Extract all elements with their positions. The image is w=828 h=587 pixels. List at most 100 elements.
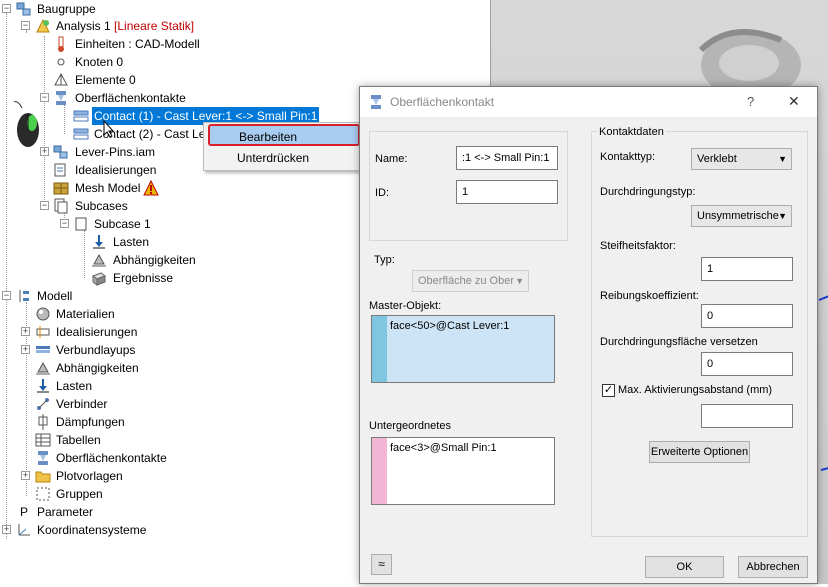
penetration-type-value: Unsymmetrische — [697, 210, 779, 222]
surface-contact-icon — [35, 450, 51, 466]
slave-color-swatch — [372, 438, 387, 504]
model-icon — [16, 288, 32, 304]
tree-label: Gruppen — [56, 487, 103, 501]
mouse-icon — [12, 100, 42, 150]
type-select[interactable]: Oberfläche zu Ober ▼ — [412, 270, 529, 292]
tree-label: Lever-Pins.iam — [75, 145, 156, 159]
surface-contact-icon — [368, 94, 384, 113]
tree-label: Subcase 1 — [94, 217, 151, 231]
parameter-icon: P — [19, 505, 28, 519]
contact-icon — [73, 108, 89, 124]
offset-field[interactable]: 0 — [701, 352, 793, 376]
master-color-swatch — [372, 316, 387, 382]
tree-label: Koordinatensysteme — [37, 523, 147, 537]
analysis-icon — [35, 18, 51, 34]
tree-label: Tabellen — [56, 433, 101, 447]
constraint-icon — [91, 252, 107, 268]
max-activation-label: Max. Aktivierungsabstand (mm) — [618, 384, 773, 396]
tree-label: Subcases — [75, 199, 128, 213]
assembly-icon — [16, 1, 32, 17]
tree-label: Abhängigkeiten — [56, 361, 139, 375]
ok-button[interactable]: OK — [645, 556, 724, 578]
tree-label: Verbundlayups — [56, 343, 136, 357]
tree-label: Analysis 1 [Lineare Statik] — [56, 19, 195, 33]
mesh-icon — [53, 180, 69, 196]
help-button[interactable]: ? — [747, 94, 754, 109]
coordinate-system-icon — [16, 522, 32, 538]
tree-label: Lasten — [56, 379, 93, 393]
tree-label: Oberflächenkontakte — [75, 91, 186, 105]
contact-type-value: Verklebt — [697, 153, 737, 165]
penetration-type-select[interactable]: Unsymmetrische ▼ — [691, 205, 792, 227]
advanced-options-button[interactable]: Erweiterte Optionen — [649, 441, 750, 463]
tree-line — [26, 30, 27, 32]
tree-label: Modell — [37, 289, 73, 303]
thermometer-icon — [53, 36, 69, 52]
tree-label: Materialien — [56, 307, 115, 321]
assembly-icon — [53, 144, 69, 160]
master-label: Master-Objekt: — [369, 300, 442, 312]
menu-item-suppress[interactable]: Unterdrücken — [208, 147, 360, 169]
tree-label: Idealisierungen — [75, 163, 157, 177]
contact-type-label: Kontakttyp: — [600, 151, 656, 163]
max-activation-field[interactable] — [701, 404, 793, 428]
contact-type-select[interactable]: Verklebt ▼ — [691, 148, 792, 170]
tree-label: Elemente 0 — [75, 73, 136, 87]
penetration-type-label: Durchdringungstyp: — [600, 186, 696, 198]
dialog-title: Oberflächenkontakt — [390, 95, 495, 109]
chevron-down-icon: ▼ — [778, 211, 787, 221]
load-icon — [35, 378, 51, 394]
cursor-icon — [103, 119, 115, 138]
type-select-value: Oberfläche zu Ober — [418, 275, 514, 287]
cancel-button[interactable]: Abbrechen — [738, 556, 808, 578]
warning-icon — [143, 179, 159, 196]
menu-item-edit[interactable]: Bearbeiten — [208, 124, 360, 146]
connector-icon — [35, 396, 51, 412]
tree-label: Verbinder — [56, 397, 108, 411]
subcase-icon — [73, 216, 89, 232]
tree-label: Idealisierungen — [56, 325, 138, 339]
type-label: Typ: — [374, 254, 395, 266]
material-icon — [35, 306, 51, 322]
name-label: Name: — [375, 153, 408, 165]
tree-label: Abhängigkeiten — [113, 253, 196, 267]
tree-label: Einheiten : CAD-Modell — [75, 37, 200, 51]
slave-label: Untergeordnetes — [369, 420, 451, 432]
analysis-type: [Lineare Statik] — [114, 19, 195, 33]
context-menu: Bearbeiten Unterdrücken — [203, 122, 364, 171]
slave-list[interactable]: face<3>@Small Pin:1 — [371, 437, 555, 505]
results-icon — [91, 270, 107, 286]
idealization-icon — [35, 324, 51, 340]
master-list[interactable]: face<50>@Cast Lever:1 — [371, 315, 555, 383]
tree-label: Oberflächenkontakte — [56, 451, 167, 465]
tree-label: Baugruppe — [37, 2, 96, 16]
node-icon — [53, 54, 69, 70]
tree-line — [64, 104, 65, 134]
tree-label: Parameter — [37, 505, 94, 519]
master-list-item[interactable]: face<50>@Cast Lever:1 — [390, 320, 509, 332]
friction-field[interactable]: 0 — [701, 304, 793, 328]
subcases-icon — [53, 198, 69, 214]
tree-line — [84, 230, 85, 278]
table-icon — [35, 432, 51, 448]
stiffness-field[interactable]: 1 — [701, 257, 793, 281]
contact-icon — [73, 126, 89, 142]
dialog-titlebar[interactable]: Oberflächenkontakt ? ✕ — [360, 87, 817, 117]
id-label: ID: — [375, 187, 390, 199]
surface-contact-dialog: Oberflächenkontakt ? ✕ Name: :1 <-> Smal… — [359, 86, 818, 584]
contact-group-title: Kontaktdaten — [597, 126, 666, 138]
max-activation-checkbox[interactable]: ✓ — [602, 384, 615, 397]
stiffness-label: Steifheitsfaktor: — [600, 240, 676, 252]
chevron-down-icon: ▼ — [778, 154, 787, 164]
tree-label: Ergebnisse — [113, 271, 174, 285]
group-icon — [35, 486, 51, 502]
collapse-button[interactable]: ≈ — [371, 554, 392, 575]
element-icon — [53, 72, 69, 88]
slave-list-item[interactable]: face<3>@Small Pin:1 — [390, 442, 497, 454]
name-field[interactable]: :1 <-> Small Pin:1 — [456, 146, 558, 170]
load-icon — [91, 234, 107, 250]
close-button[interactable]: ✕ — [788, 93, 800, 110]
id-field[interactable]: 1 — [456, 180, 558, 204]
constraint-icon — [35, 360, 51, 376]
tree-label: Dämpfungen — [56, 415, 125, 429]
